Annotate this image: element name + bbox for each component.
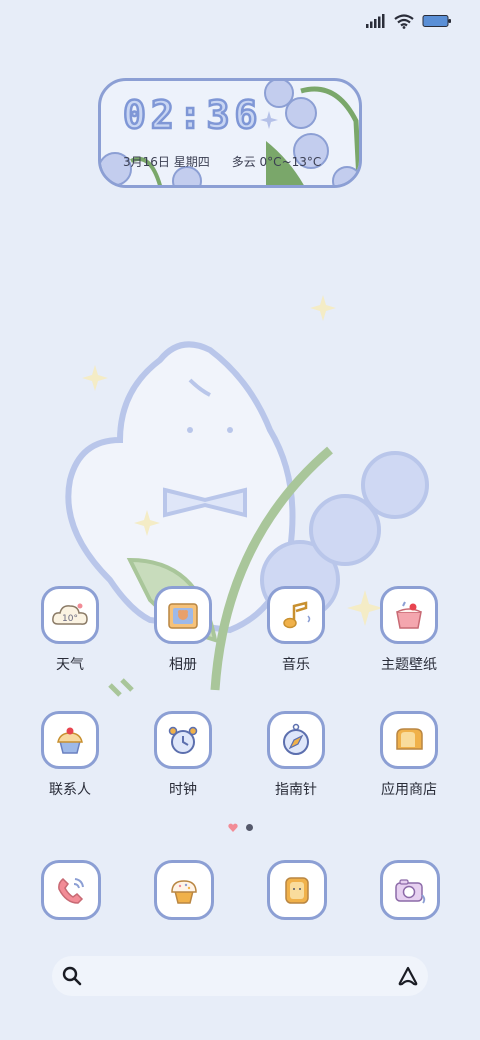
app-tile[interactable] [41,711,99,769]
weather-icon-temp: 10° [62,614,78,624]
page-dot [245,824,253,831]
app-themes[interactable]: 主题壁纸 [354,586,464,674]
status-bar [366,10,452,32]
app-label: 主题壁纸 [381,657,437,673]
clock-weather-widget[interactable]: 02:36 3月16日 星期四 多云 0°C~13°C [98,78,362,188]
dock-muffin[interactable] [154,860,214,920]
app-label: 天气 [56,657,84,673]
wifi-icon [394,13,414,29]
photo-album-icon [168,603,198,629]
app-label: 音乐 [282,657,310,673]
music-note-icon [283,601,311,629]
page-dot-active-heart-icon [227,823,238,832]
search-icon[interactable] [62,966,82,986]
assistant-icon[interactable] [396,964,420,988]
toast-icon [396,728,423,750]
app-label: 时钟 [169,782,197,798]
app-tile[interactable] [154,711,212,769]
clock-date-weather: 3月16日 星期四 多云 0°C~13°C [123,153,321,170]
app-label: 相册 [169,657,197,673]
clock-time: 02:36 [122,92,263,139]
muffin-icon [171,880,197,904]
app-tile[interactable]: 10° [41,586,99,644]
clock-date: 3月16日 星期四 [123,155,210,169]
app-tile[interactable] [154,586,212,644]
search-bar[interactable] [52,956,428,996]
app-weather[interactable]: 10° 天气 [15,586,125,674]
app-tile[interactable] [380,586,438,644]
app-label: 指南针 [275,782,317,798]
app-tile[interactable] [380,711,438,769]
app-compass[interactable]: 指南针 [241,711,351,799]
app-clock[interactable]: 时钟 [128,711,238,799]
app-contacts[interactable]: 联系人 [15,711,125,799]
dock-camera[interactable] [380,860,440,920]
camera-icon [395,879,426,904]
cupcake-icon [57,727,83,754]
dock-phone[interactable] [41,860,101,920]
toast-bread-icon [285,877,309,904]
compass-icon [283,723,309,755]
app-tile[interactable] [267,586,325,644]
clock-weather: 多云 0°C~13°C [231,155,322,169]
app-label: 应用商店 [381,782,437,798]
dock-toast[interactable] [267,860,327,920]
app-label: 联系人 [49,782,91,798]
signal-icon [366,14,385,28]
weather-cloud-icon: 10° [52,603,88,625]
battery-icon [422,15,451,27]
page-indicator [0,823,480,832]
app-music[interactable]: 音乐 [241,586,351,674]
cake-icon [396,601,422,629]
phone-icon [58,877,84,904]
app-store[interactable]: 应用商店 [354,711,464,799]
alarm-clock-icon [168,726,198,754]
app-photos[interactable]: 相册 [128,586,238,674]
app-tile[interactable] [267,711,325,769]
